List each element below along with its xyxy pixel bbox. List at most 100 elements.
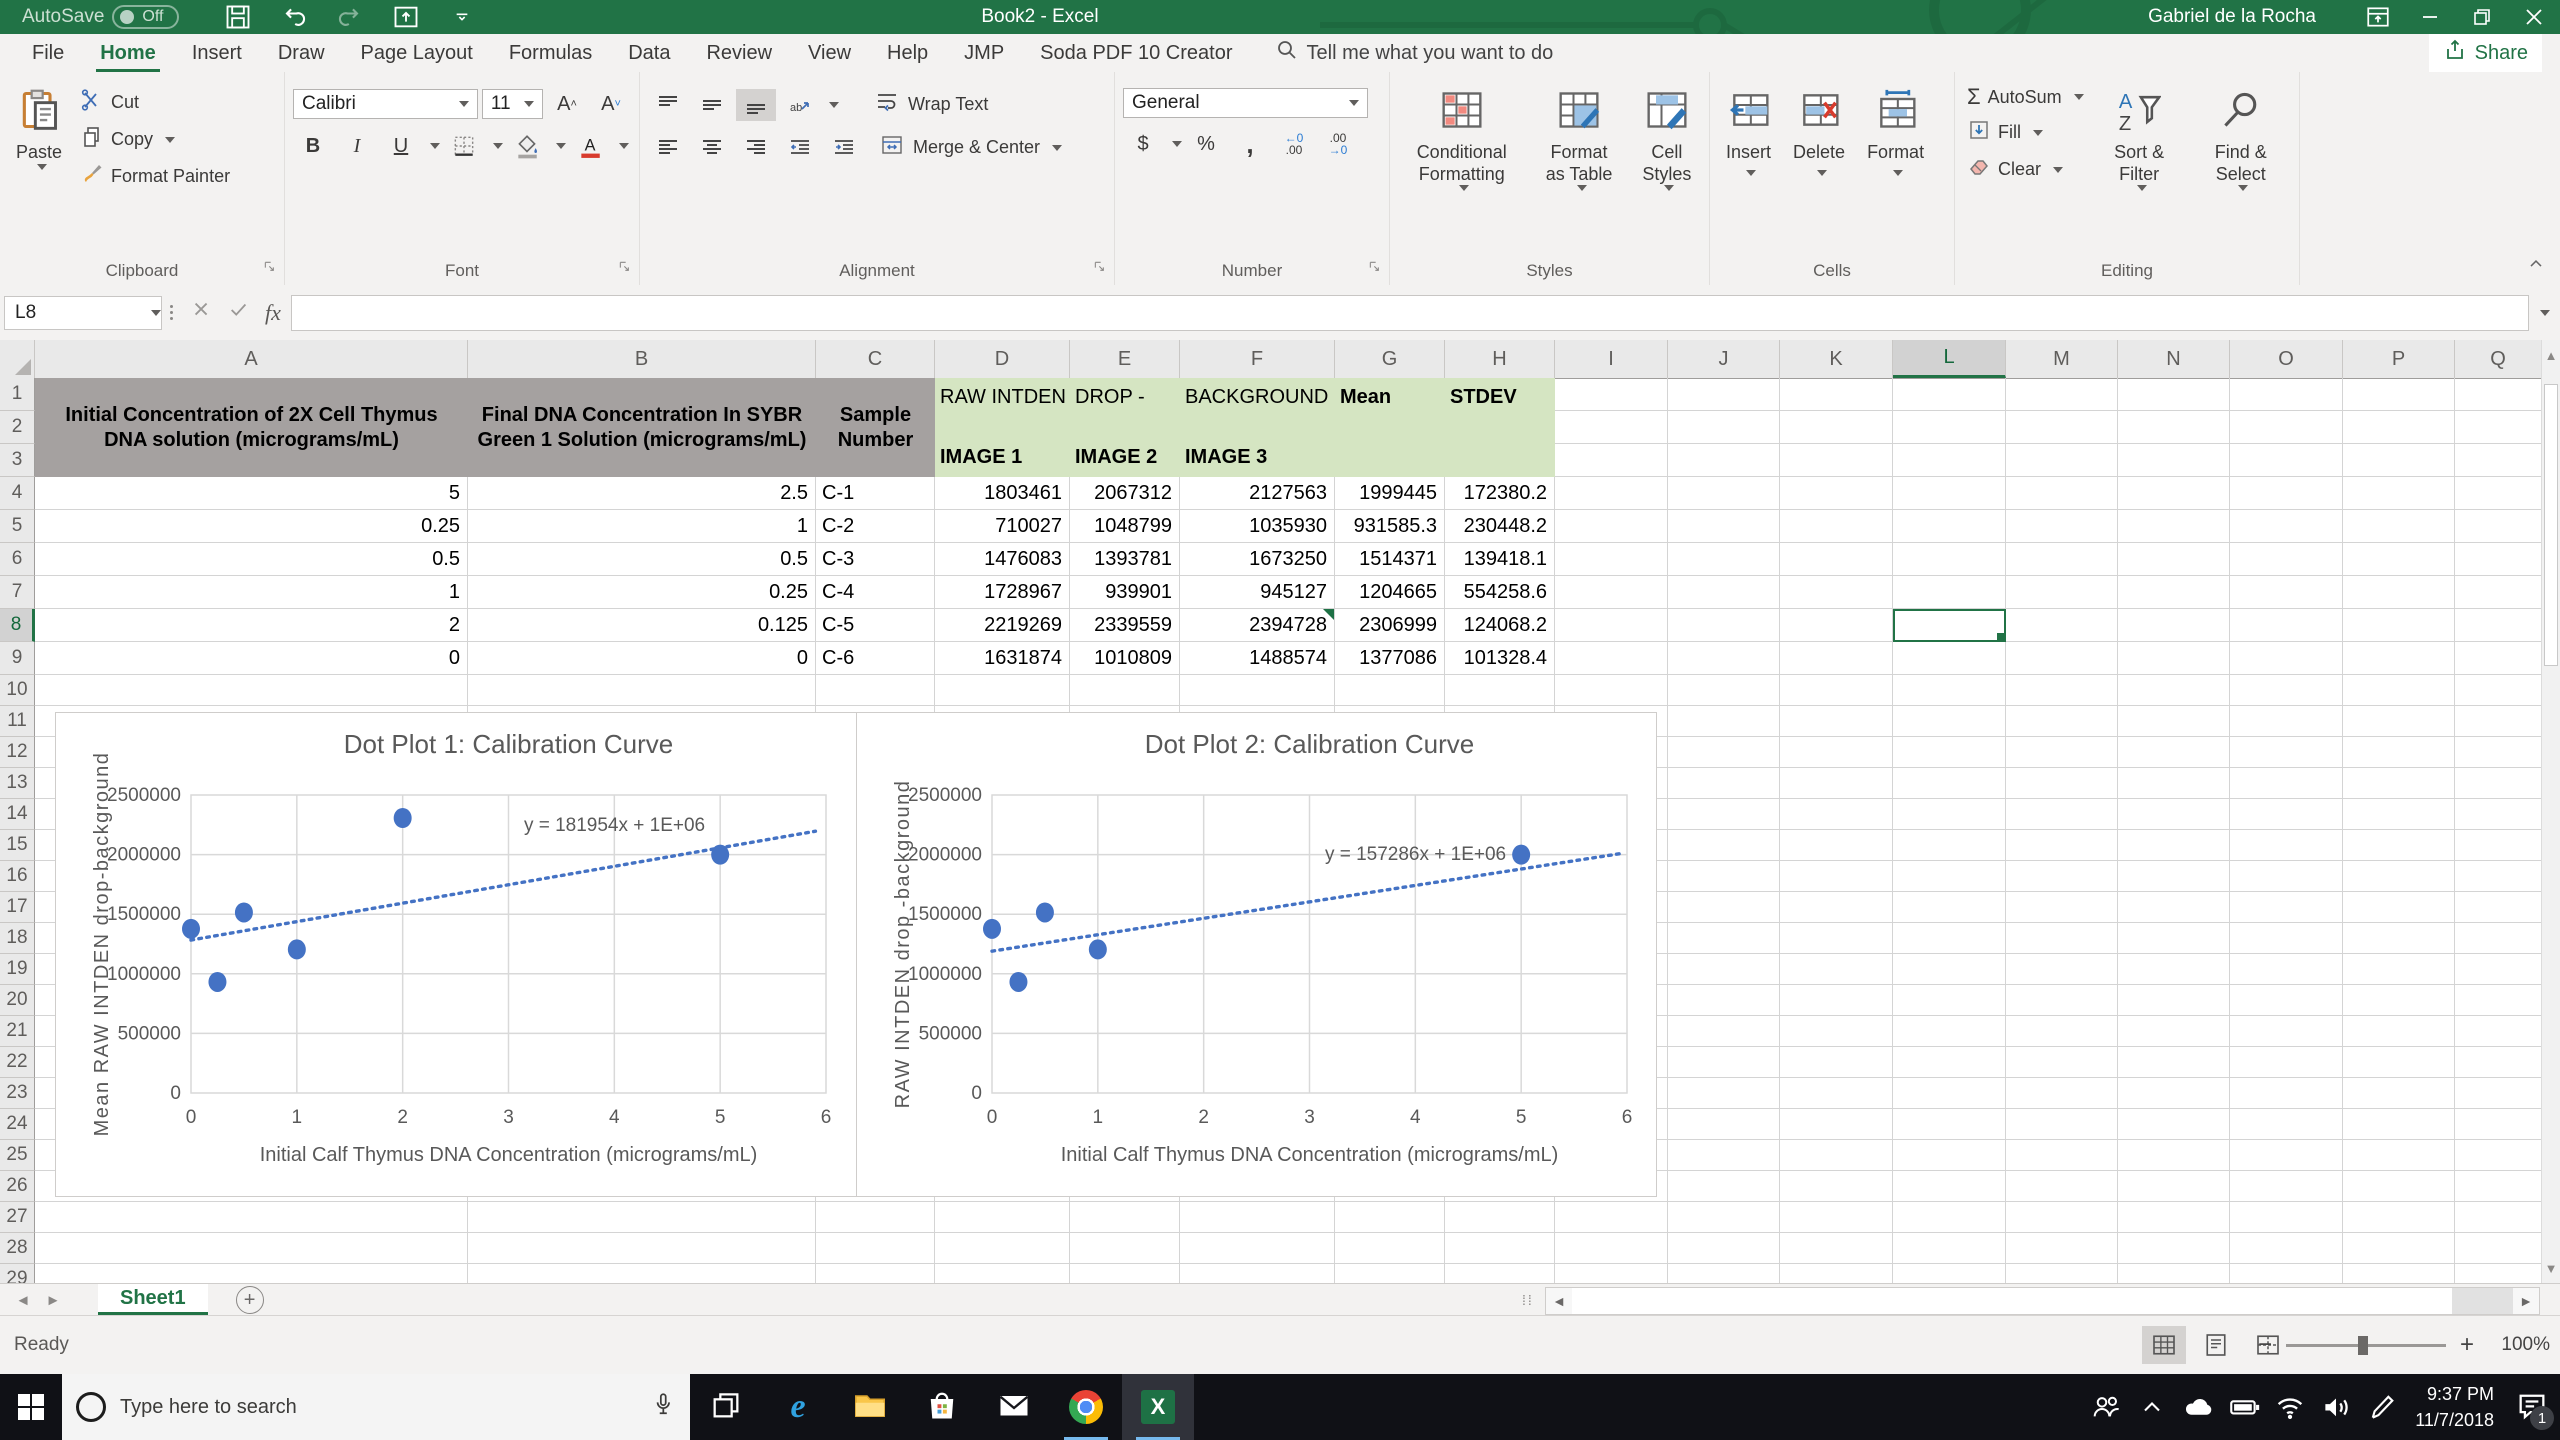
column-header-P[interactable]: P bbox=[2343, 340, 2455, 378]
cell-L15[interactable] bbox=[1893, 830, 2006, 861]
tray-volume-icon[interactable] bbox=[2313, 1374, 2359, 1440]
column-header-J[interactable]: J bbox=[1668, 340, 1780, 378]
cell-H6[interactable]: 139418.1 bbox=[1445, 543, 1555, 576]
cell-K29[interactable] bbox=[1780, 1264, 1893, 1283]
column-header-D[interactable]: D bbox=[935, 340, 1070, 378]
cell-Q26[interactable] bbox=[2455, 1171, 2542, 1202]
autosum-button[interactable]: Σ AutoSum bbox=[1963, 82, 2088, 112]
column-header-H[interactable]: H bbox=[1445, 340, 1555, 378]
row-header-20[interactable]: 20 bbox=[0, 985, 35, 1016]
cell-N12[interactable] bbox=[2118, 737, 2230, 768]
cell-P20[interactable] bbox=[2343, 985, 2455, 1016]
row-header-19[interactable]: 19 bbox=[0, 954, 35, 985]
cell-Q9[interactable] bbox=[2455, 642, 2542, 675]
cell-P29[interactable] bbox=[2343, 1264, 2455, 1283]
cell-K4[interactable] bbox=[1780, 477, 1893, 510]
cell-L20[interactable] bbox=[1893, 985, 2006, 1016]
cell-L8[interactable] bbox=[1893, 609, 2006, 642]
cell-Q8[interactable] bbox=[2455, 609, 2542, 642]
cell-O24[interactable] bbox=[2230, 1109, 2343, 1140]
sheet-prev-icon[interactable]: ◄ bbox=[8, 1292, 38, 1309]
cell-N23[interactable] bbox=[2118, 1078, 2230, 1109]
column-header-Q[interactable]: Q bbox=[2455, 340, 2542, 378]
cell-O20[interactable] bbox=[2230, 985, 2343, 1016]
ribbon-tab-draw[interactable]: Draw bbox=[260, 36, 343, 71]
ribbon-display-options-button[interactable] bbox=[2352, 0, 2404, 34]
cell-N26[interactable] bbox=[2118, 1171, 2230, 1202]
row-header-7[interactable]: 7 bbox=[0, 576, 35, 609]
column-header-O[interactable]: O bbox=[2230, 340, 2343, 378]
cell-O9[interactable] bbox=[2230, 642, 2343, 675]
cell-Q15[interactable] bbox=[2455, 830, 2542, 861]
row-header-29[interactable]: 29 bbox=[0, 1264, 35, 1283]
taskbar-app-store[interactable] bbox=[906, 1374, 978, 1440]
cell-P12[interactable] bbox=[2343, 737, 2455, 768]
row-header-28[interactable]: 28 bbox=[0, 1233, 35, 1264]
align-top-button[interactable] bbox=[648, 89, 688, 121]
row-header-16[interactable]: 16 bbox=[0, 861, 35, 892]
cell-K22[interactable] bbox=[1780, 1047, 1893, 1078]
cell-B28[interactable] bbox=[468, 1233, 816, 1264]
cell-O12[interactable] bbox=[2230, 737, 2343, 768]
taskbar-app-mail[interactable] bbox=[978, 1374, 1050, 1440]
cell-K5[interactable] bbox=[1780, 510, 1893, 543]
touch-mode-button[interactable] bbox=[391, 4, 421, 30]
cell-F8[interactable]: 2394728 bbox=[1180, 609, 1335, 642]
column-header-M[interactable]: M bbox=[2006, 340, 2118, 378]
ribbon-tab-data[interactable]: Data bbox=[610, 36, 688, 71]
ribbon-tab-jmp[interactable]: JMP bbox=[946, 36, 1022, 71]
cell-N9[interactable] bbox=[2118, 642, 2230, 675]
cell-O22[interactable] bbox=[2230, 1047, 2343, 1078]
cell-O16[interactable] bbox=[2230, 861, 2343, 892]
task-view-button[interactable] bbox=[690, 1374, 762, 1440]
cell-B10[interactable] bbox=[468, 675, 816, 706]
paste-button[interactable]: Paste bbox=[8, 80, 70, 259]
column-header-F[interactable]: F bbox=[1180, 340, 1335, 378]
cell-O6[interactable] bbox=[2230, 543, 2343, 576]
cell-N24[interactable] bbox=[2118, 1109, 2230, 1140]
cell-K17[interactable] bbox=[1780, 892, 1893, 923]
cell-M10[interactable] bbox=[2006, 675, 2118, 706]
scroll-left-icon[interactable]: ◄ bbox=[1546, 1288, 1572, 1314]
tray-battery-icon[interactable] bbox=[2221, 1374, 2267, 1440]
cell-K23[interactable] bbox=[1780, 1078, 1893, 1109]
cell-I7[interactable] bbox=[1555, 576, 1668, 609]
cell-M14[interactable] bbox=[2006, 799, 2118, 830]
zoom-slider[interactable] bbox=[2285, 1335, 2446, 1355]
row-header-3[interactable]: 3 bbox=[0, 444, 35, 477]
cell-O15[interactable] bbox=[2230, 830, 2343, 861]
cell-O27[interactable] bbox=[2230, 1202, 2343, 1233]
cell-N8[interactable] bbox=[2118, 609, 2230, 642]
cell-J7[interactable] bbox=[1668, 576, 1780, 609]
cell-B27[interactable] bbox=[468, 1202, 816, 1233]
cell-L27[interactable] bbox=[1893, 1202, 2006, 1233]
row-header-11[interactable]: 11 bbox=[0, 706, 35, 737]
cell-L26[interactable] bbox=[1893, 1171, 2006, 1202]
cell-K20[interactable] bbox=[1780, 985, 1893, 1016]
page-layout-view-button[interactable] bbox=[2194, 1326, 2238, 1364]
cell-C1-header[interactable]: Sample Number bbox=[816, 378, 935, 477]
cell-A10[interactable] bbox=[35, 675, 468, 706]
cell-Q14[interactable] bbox=[2455, 799, 2542, 830]
cell-G9[interactable]: 1377086 bbox=[1335, 642, 1445, 675]
zoom-slider-thumb[interactable] bbox=[2357, 1335, 2368, 1355]
scroll-right-icon[interactable]: ► bbox=[2513, 1288, 2539, 1314]
cell-K19[interactable] bbox=[1780, 954, 1893, 985]
row-header-22[interactable]: 22 bbox=[0, 1047, 35, 1078]
underline-button[interactable]: U bbox=[381, 130, 421, 162]
cell-H28[interactable] bbox=[1445, 1233, 1555, 1264]
cell-M4[interactable] bbox=[2006, 477, 2118, 510]
row-header-24[interactable]: 24 bbox=[0, 1109, 35, 1140]
cell-B6[interactable]: 0.5 bbox=[468, 543, 816, 576]
taskbar-search-box[interactable]: Type here to search bbox=[62, 1374, 690, 1440]
cell-P13[interactable] bbox=[2343, 768, 2455, 799]
borders-button[interactable] bbox=[444, 130, 484, 162]
cell-J29[interactable] bbox=[1668, 1264, 1780, 1283]
font-color-button[interactable]: A bbox=[570, 130, 610, 162]
cell-G10[interactable] bbox=[1335, 675, 1445, 706]
row-header-10[interactable]: 10 bbox=[0, 675, 35, 706]
ribbon-tab-insert[interactable]: Insert bbox=[174, 36, 260, 71]
cell-A5[interactable]: 0.25 bbox=[35, 510, 468, 543]
row-header-1[interactable]: 1 bbox=[0, 378, 35, 411]
row-header-23[interactable]: 23 bbox=[0, 1078, 35, 1109]
